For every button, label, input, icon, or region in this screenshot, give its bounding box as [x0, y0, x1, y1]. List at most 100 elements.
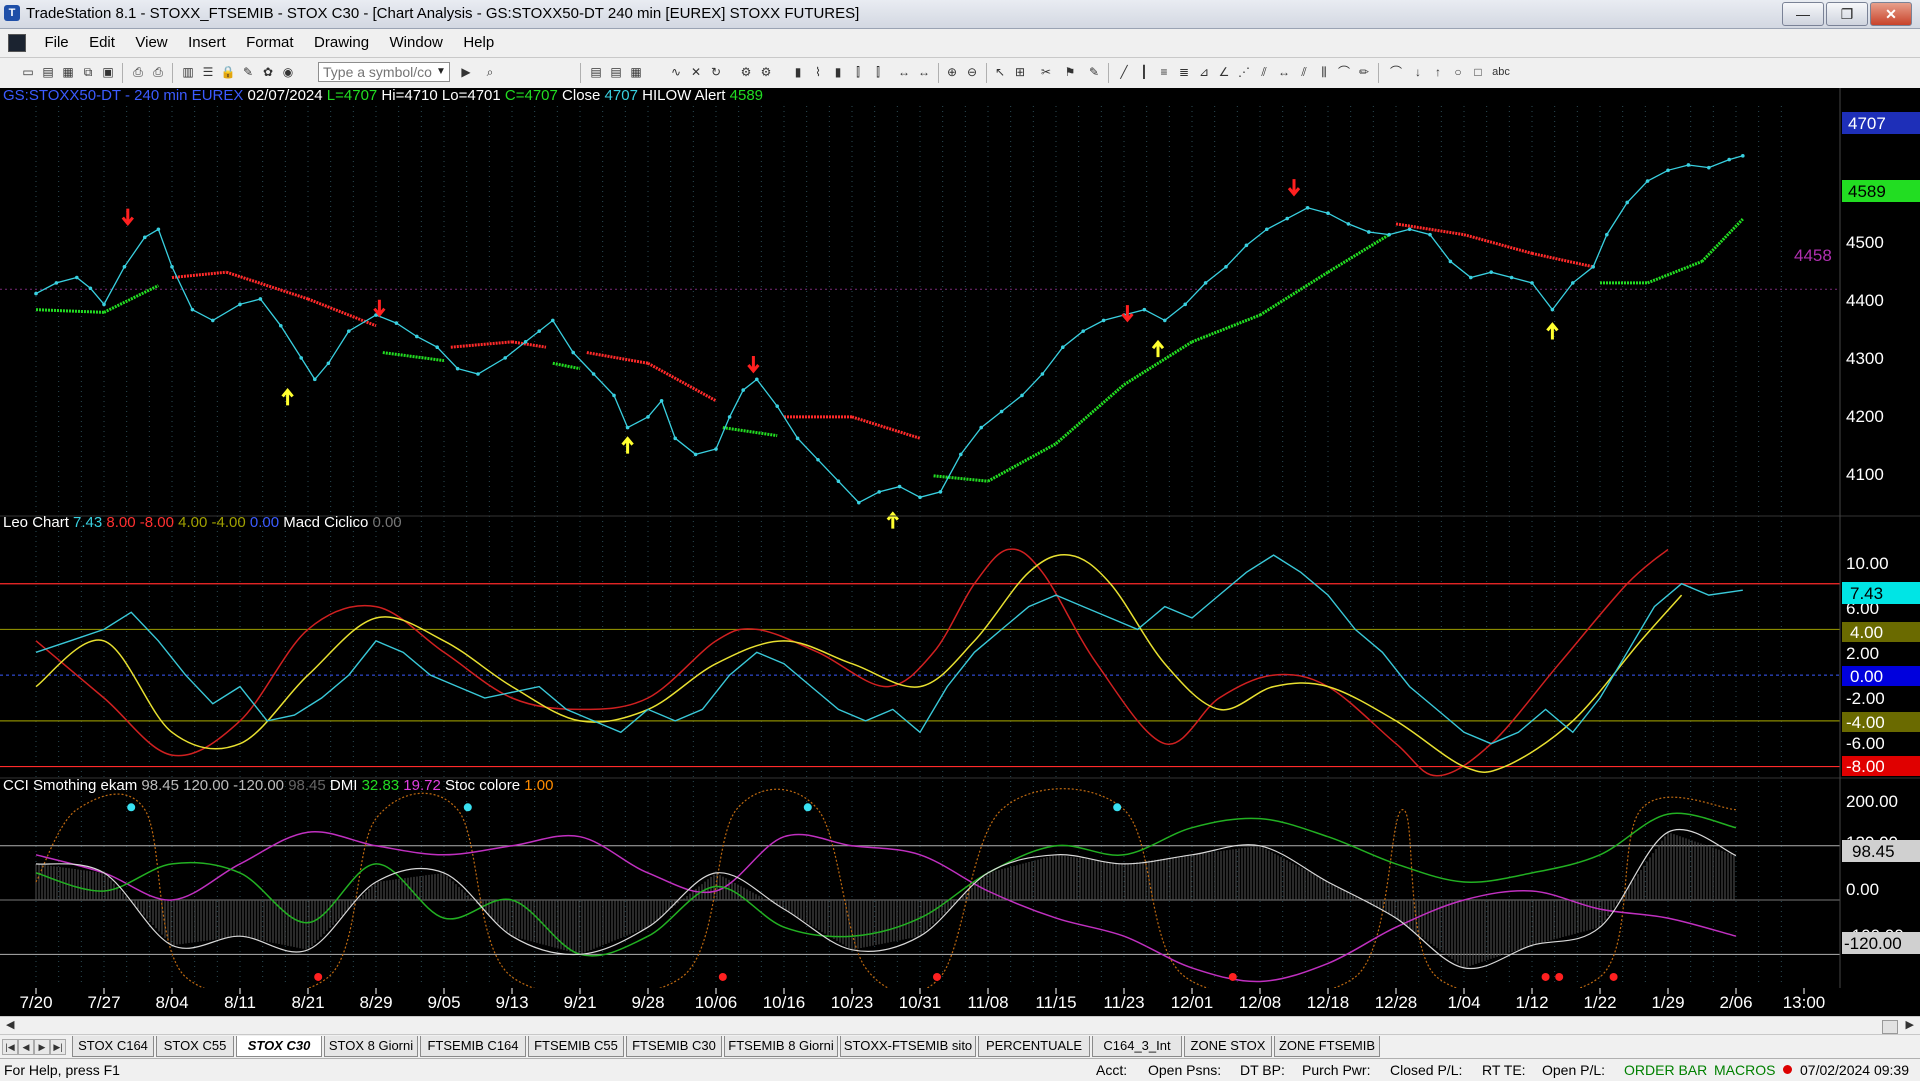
gann-fan-icon[interactable]: ⋰ [1236, 64, 1252, 80]
chart-cursor-icon[interactable]: ⊞ [1012, 64, 1028, 80]
strategy-icon[interactable]: ✿ [260, 64, 276, 80]
menu-insert[interactable]: Insert [180, 29, 234, 57]
print-icon[interactable]: ⎙ [150, 64, 166, 80]
tab-stox-c30[interactable]: STOX C30 [236, 1036, 322, 1057]
andrews-pitchfork-icon[interactable]: ⫽ [1256, 64, 1272, 80]
minimize-button[interactable]: — [1782, 2, 1824, 26]
order-bar-button[interactable]: ORDER BAR [1624, 1062, 1707, 1078]
trendline-icon[interactable]: ╱ [1116, 64, 1132, 80]
parallel-lines-icon[interactable]: ⫽ [1296, 64, 1312, 80]
maximize-button[interactable]: ❐ [1826, 2, 1868, 26]
chart-type-icon[interactable]: ▤ [588, 64, 604, 80]
macros-button[interactable]: MACROS [1714, 1062, 1775, 1078]
chart-canvas[interactable]: GS:STOXX50-DT - 240 min EUREX 02/07/2024… [0, 87, 1920, 1016]
line-chart-icon[interactable]: ⌇ [810, 64, 826, 80]
menu-drawing[interactable]: Drawing [306, 29, 377, 57]
tab-ftsemib-c164[interactable]: FTSEMIB C164 [420, 1036, 526, 1057]
tab-stoxx-ftsemib-sito[interactable]: STOXX-FTSEMIB sito [840, 1036, 976, 1057]
compress-icon[interactable]: ↔ [916, 64, 932, 80]
tab-percentuale[interactable]: PERCENTUALE [978, 1036, 1090, 1057]
fibonacci-icon[interactable]: ⊿ [1196, 64, 1212, 80]
tab-c164-3-int[interactable]: C164_3_Int [1092, 1036, 1182, 1057]
tab-zone-ftsemib[interactable]: ZONE FTSEMIB [1274, 1036, 1380, 1057]
hilow-segment [225, 270, 309, 301]
tab-ftsemib-c55[interactable]: FTSEMIB C55 [528, 1036, 624, 1057]
settings-icon[interactable]: ⚙ [758, 64, 774, 80]
tab-next-icon[interactable]: ▶ [34, 1039, 50, 1055]
cycle-lines-icon[interactable]: ⫼ [1316, 64, 1332, 80]
drawing-tools-icon[interactable]: ✎ [1086, 64, 1102, 80]
vertical-line-icon[interactable]: ┃ [1136, 64, 1152, 80]
tab-ftsemib-c30[interactable]: FTSEMIB C30 [626, 1036, 722, 1057]
tab-last-icon[interactable]: ▶| [50, 1039, 66, 1055]
channel-icon[interactable]: ≣ [1176, 64, 1192, 80]
indicator-icon[interactable]: ∿ [668, 64, 684, 80]
chart-analysis-window[interactable]: GS:STOXX50-DT - 240 min EUREX 02/07/2024… [0, 87, 1920, 1016]
wand-icon[interactable]: ✎ [240, 64, 256, 80]
tab-prev-icon[interactable]: ◀ [18, 1039, 34, 1055]
list-icon[interactable]: ☰ [200, 64, 216, 80]
zoom-out-icon[interactable]: ⊖ [964, 64, 980, 80]
grid-icon[interactable]: ▥ [180, 64, 196, 80]
close-button[interactable]: ✕ [1870, 2, 1912, 26]
alert-icon[interactable]: ⚑ [1062, 64, 1078, 80]
ohlc-icon[interactable]: ⫿ [850, 64, 866, 80]
copy-icon[interactable]: ⧉ [80, 64, 96, 80]
chart-window-icon[interactable] [8, 33, 26, 52]
bar-chart-icon[interactable]: ▮ [790, 64, 806, 80]
zoom-in-icon[interactable]: ⊕ [944, 64, 960, 80]
refresh-icon[interactable]: ↻ [708, 64, 724, 80]
tradestation-app-icon[interactable]: T [4, 5, 20, 21]
price-point [394, 321, 399, 325]
text-tool-icon[interactable]: abc [1490, 64, 1512, 80]
palette-icon[interactable]: ◉ [280, 64, 296, 80]
pencil-icon[interactable]: ✏ [1356, 64, 1372, 80]
lock-icon[interactable]: 🔒 [220, 64, 236, 80]
print-preview-icon[interactable]: ⎙ [130, 64, 146, 80]
leo-zero-text: 0.00 [1850, 667, 1883, 686]
menu-help[interactable]: Help [455, 29, 502, 57]
tab-stox-c55[interactable]: STOX C55 [156, 1036, 234, 1057]
scroll-left-icon[interactable]: ◀ [6, 1018, 14, 1031]
arc-icon[interactable]: ⌒ [1336, 64, 1352, 80]
format-icon[interactable]: ⚙ [738, 64, 754, 80]
tab-ftsemib-8-giorni[interactable]: FTSEMIB 8 Giorni [724, 1036, 838, 1057]
new-icon[interactable]: ▭ [20, 64, 36, 80]
toolbar-separator [122, 63, 123, 83]
tab-stox-c164[interactable]: STOX C164 [72, 1036, 154, 1057]
analysis-icon[interactable]: ✕ [688, 64, 704, 80]
menu-edit[interactable]: Edit [81, 29, 123, 57]
horizontal-line-icon[interactable]: ≡ [1156, 64, 1172, 80]
candle-icon[interactable]: ▮ [830, 64, 846, 80]
data-window-icon[interactable]: ▤ [608, 64, 624, 80]
menu-window[interactable]: Window [382, 29, 451, 57]
menu-view[interactable]: View [127, 29, 175, 57]
save-icon[interactable]: ▣ [100, 64, 116, 80]
arrow-up-icon[interactable]: ↑ [1430, 64, 1446, 80]
expand-icon[interactable]: ↔ [896, 64, 912, 80]
ellipse-icon[interactable]: ○ [1450, 64, 1466, 80]
chevron-down-icon[interactable]: ▼ [436, 66, 446, 77]
table-icon[interactable]: ▦ [628, 64, 644, 80]
horizontal-scrollbar[interactable]: ◀ ▶ [0, 1016, 1920, 1035]
arrow-down-icon[interactable]: ↓ [1410, 64, 1426, 80]
menu-file[interactable]: File [36, 29, 76, 57]
scroll-thumb[interactable] [1882, 1020, 1898, 1034]
scroll-right-icon[interactable]: ▶ [1906, 1018, 1914, 1031]
speed-lines-icon[interactable]: ∠ [1216, 64, 1232, 80]
window-icon[interactable]: ▦ [60, 64, 76, 80]
tab-stox-8-giorni[interactable]: STOX 8 Giorni [324, 1036, 418, 1057]
open-icon[interactable]: ▤ [40, 64, 56, 80]
curve-icon[interactable]: ⌒ [1388, 64, 1404, 80]
tab-first-icon[interactable]: |◀ [2, 1039, 18, 1055]
volume-icon[interactable]: ⫿ [870, 64, 886, 80]
tab-zone-stox[interactable]: ZONE STOX [1184, 1036, 1272, 1057]
play-icon[interactable]: ▶ [458, 64, 474, 80]
cursor-icon[interactable]: ↖ [992, 64, 1008, 80]
menu-format[interactable]: Format [238, 29, 302, 57]
arrow-both-icon[interactable]: ↔ [1276, 64, 1292, 80]
tools-icon[interactable]: ✂ [1038, 64, 1054, 80]
symbol-lookup-icon[interactable]: ⌕ [482, 64, 498, 80]
rectangle-icon[interactable]: □ [1470, 64, 1486, 80]
symbol-input[interactable] [318, 62, 450, 82]
